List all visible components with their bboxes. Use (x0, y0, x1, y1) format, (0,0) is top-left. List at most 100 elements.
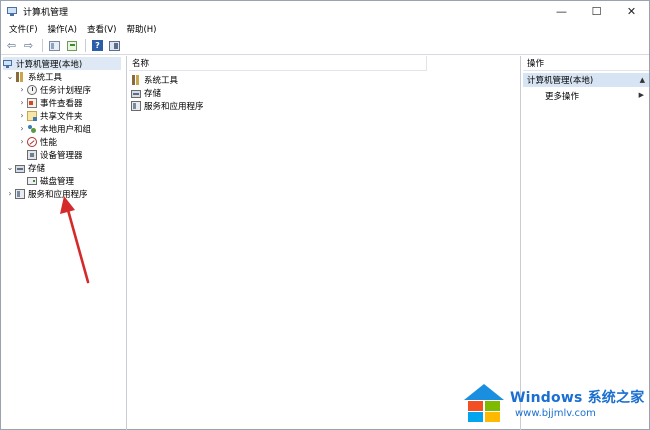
tree-item-label: 存储 (28, 163, 46, 174)
toolbar-separator (42, 39, 43, 52)
disk-management-icon (27, 176, 37, 185)
tree-item-computer-management[interactable]: 计算机管理(本地) (3, 57, 121, 70)
list-item-label: 系统工具 (144, 75, 179, 86)
tree-item-label: 任务计划程序 (40, 85, 92, 96)
performance-icon (27, 136, 37, 147)
menu-bar: 文件(F) 操作(A) 查看(V) 帮助(H) (1, 21, 649, 37)
logo-tile-red (468, 401, 483, 411)
event-viewer-icon (27, 97, 37, 108)
toolbar: ⇦ ⇨ ? (1, 37, 649, 55)
watermark-brand: Windows (510, 390, 583, 406)
actions-header: 操作 (523, 56, 649, 71)
show-hide-tree-button[interactable] (47, 39, 62, 53)
house-roof-icon (464, 384, 504, 400)
close-button[interactable]: ✕ (614, 1, 649, 21)
collapsed-chevron-icon[interactable]: › (17, 85, 27, 94)
window-controls: — ☐ ✕ (544, 1, 649, 21)
show-hide-action-pane-button[interactable] (107, 39, 122, 53)
tree-item-label: 本地用户和组 (40, 124, 92, 135)
action-pane-icon (109, 40, 120, 51)
tree-item-storage[interactable]: ⌄ 存储 (5, 161, 45, 174)
menu-action[interactable]: 操作(A) (43, 23, 82, 35)
more-actions-item[interactable]: 更多操作 ▶ (523, 89, 649, 102)
title-bar: 计算机管理 — ☐ ✕ (1, 1, 649, 21)
tree-item-label: 共享文件夹 (40, 111, 83, 122)
export-list-icon (66, 40, 77, 51)
tree-item-device-manager[interactable]: 设备管理器 (27, 148, 83, 161)
expanded-chevron-icon[interactable]: ⌄ (5, 163, 15, 172)
collapsed-chevron-icon[interactable]: › (17, 124, 27, 133)
shared-folder-icon (27, 110, 37, 121)
windows-logo-watermark (464, 384, 504, 422)
actions-pane: 操作 计算机管理(本地) ▲ 更多操作 ▶ (523, 56, 649, 430)
logo-tile-yellow (485, 412, 500, 422)
clock-icon (27, 84, 37, 95)
actions-section-computer-management[interactable]: 计算机管理(本地) ▲ (523, 73, 649, 87)
system-tools-icon (15, 71, 25, 82)
submenu-arrow-icon: ▶ (638, 91, 644, 99)
watermark-title: Windows 系统之家 (510, 387, 644, 407)
list-item-label: 服务和应用程序 (144, 101, 204, 112)
services-icon (131, 100, 141, 111)
name-column-header[interactable]: 名称 (129, 56, 427, 71)
system-tools-icon (131, 74, 141, 85)
tree-item-performance[interactable]: › 性能 (17, 135, 57, 148)
computer-management-window: 计算机管理 — ☐ ✕ 文件(F) 操作(A) 查看(V) 帮助(H) ⇦ ⇨ … (0, 0, 650, 430)
tree-item-label: 事件查看器 (40, 98, 83, 109)
tree-item-task-scheduler[interactable]: › 任务计划程序 (17, 83, 91, 96)
users-icon (27, 124, 37, 134)
computer-management-icon (7, 6, 18, 17)
tree-item-label: 性能 (40, 137, 58, 148)
watermark-name: 系统之家 (587, 390, 645, 406)
menu-view[interactable]: 查看(V) (82, 23, 121, 35)
logo-tile-blue (468, 412, 483, 422)
tree-item-event-viewer[interactable]: › 事件查看器 (17, 96, 83, 109)
storage-icon (15, 164, 25, 173)
tree-item-shared-folders[interactable]: › 共享文件夹 (17, 109, 83, 122)
actions-header-label: 操作 (527, 59, 545, 69)
list-item-storage[interactable]: 存储 (131, 86, 161, 99)
column-header-label: 名称 (132, 59, 150, 69)
menu-file[interactable]: 文件(F) (4, 23, 43, 35)
tree-item-local-users-groups[interactable]: › 本地用户和组 (17, 122, 91, 135)
forward-button[interactable]: ⇨ (21, 39, 36, 53)
console-tree-pane: 计算机管理(本地) ⌄ 系统工具 › 任务计划程序 › 事件查看器 › 共享文件… (1, 56, 127, 430)
tree-item-label: 磁盘管理 (40, 176, 75, 187)
services-icon (15, 188, 25, 199)
tree-item-label: 系统工具 (28, 72, 63, 83)
help-icon: ? (92, 40, 103, 51)
expanded-chevron-icon[interactable]: ⌄ (5, 72, 15, 81)
minimize-button[interactable]: — (544, 1, 579, 21)
back-arrow-icon: ⇦ (6, 39, 17, 52)
tree-item-label: 计算机管理(本地) (16, 59, 83, 70)
collapse-up-icon: ▲ (639, 76, 645, 84)
back-button[interactable]: ⇦ (4, 39, 19, 53)
actions-section-label: 计算机管理(本地) (527, 76, 594, 86)
list-item-system-tools[interactable]: 系统工具 (131, 73, 178, 86)
tree-item-label: 设备管理器 (40, 150, 83, 161)
list-item-services-applications[interactable]: 服务和应用程序 (131, 99, 204, 112)
collapsed-chevron-icon[interactable]: › (5, 189, 15, 198)
collapsed-chevron-icon[interactable]: › (17, 137, 27, 146)
list-item-label: 存储 (144, 88, 162, 99)
menu-help[interactable]: 帮助(H) (121, 23, 161, 35)
computer-icon (3, 59, 13, 69)
more-actions-label: 更多操作 (545, 91, 580, 102)
console-tree-icon (49, 40, 60, 51)
storage-icon (131, 89, 141, 98)
window-title: 计算机管理 (23, 7, 69, 18)
device-manager-icon (27, 149, 37, 160)
results-pane: 名称 系统工具 存储 服务和应用程序 (129, 56, 521, 430)
collapsed-chevron-icon[interactable]: › (17, 98, 27, 107)
forward-arrow-icon: ⇨ (23, 39, 34, 52)
export-list-button[interactable] (64, 39, 79, 53)
watermark-url: www.bjjmlv.com (515, 408, 596, 419)
maximize-button[interactable]: ☐ (579, 1, 614, 21)
tree-item-services-applications[interactable]: › 服务和应用程序 (5, 187, 88, 200)
tree-item-disk-management[interactable]: 磁盘管理 (27, 174, 74, 187)
collapsed-chevron-icon[interactable]: › (17, 111, 27, 120)
tree-item-label: 服务和应用程序 (28, 189, 88, 200)
logo-tile-green (485, 401, 500, 411)
help-button[interactable]: ? (90, 39, 105, 53)
tree-item-system-tools[interactable]: ⌄ 系统工具 (5, 70, 62, 83)
